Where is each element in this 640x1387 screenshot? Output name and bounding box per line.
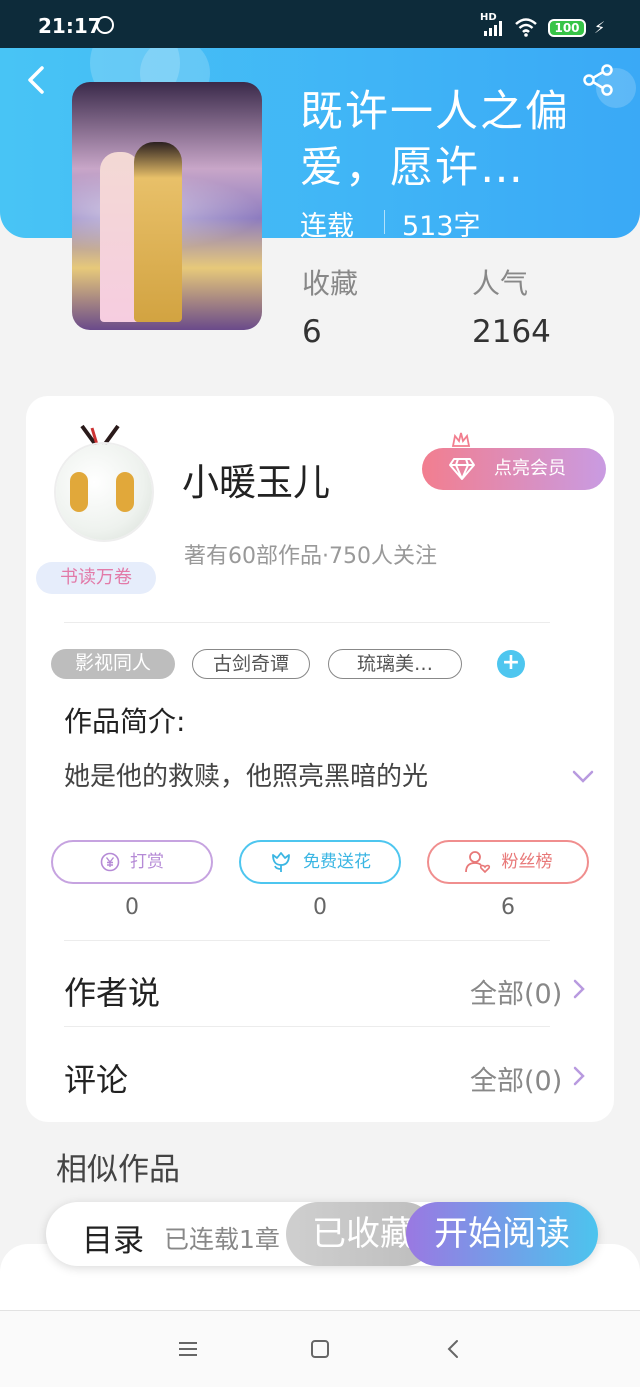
- wifi-icon: [515, 18, 537, 37]
- divider: [64, 622, 550, 623]
- book-title: 既许一人之偏爱，愿许…: [300, 87, 570, 193]
- diamond-icon: [449, 458, 475, 480]
- battery-icon: 100: [548, 19, 586, 37]
- divider: [64, 940, 550, 941]
- tag-item[interactable]: 影视同人: [51, 649, 175, 679]
- add-tag-button[interactable]: +: [497, 650, 525, 678]
- author-says-all-link[interactable]: 全部(0): [470, 972, 562, 1011]
- back-nav-icon[interactable]: [442, 1338, 466, 1360]
- comments-label[interactable]: 评论: [64, 1055, 128, 1101]
- comments-all-link[interactable]: 全部(0): [470, 1059, 562, 1098]
- divider: [64, 1026, 550, 1027]
- book-word-count: 513字: [402, 211, 481, 242]
- reward-label: 打赏: [130, 852, 164, 872]
- collected-label: 已收藏: [312, 1214, 414, 1254]
- author-says-label[interactable]: 作者说: [64, 968, 160, 1014]
- chevron-right-icon[interactable]: [572, 978, 586, 1000]
- author-meta: 著有60部作品·750人关注: [184, 544, 437, 569]
- stat-popularity-value: 2164: [472, 314, 551, 350]
- status-divider: [384, 210, 385, 234]
- crown-icon: [451, 432, 471, 447]
- book-cover[interactable]: [72, 82, 262, 330]
- reward-count: 0: [125, 895, 139, 920]
- tag-item[interactable]: 古剑奇谭: [192, 649, 310, 679]
- yen-icon: [100, 852, 120, 872]
- signal-icon: [484, 21, 502, 36]
- stat-popularity-label: 人气: [472, 267, 529, 300]
- home-icon[interactable]: [308, 1338, 332, 1360]
- flower-icon: [272, 852, 290, 872]
- charging-icon: ⚡: [594, 18, 606, 37]
- author-badge: 书读万卷: [36, 562, 156, 594]
- status-time: 21:17: [38, 14, 102, 38]
- author-name[interactable]: 小暖玉儿: [182, 452, 330, 506]
- menu-icon[interactable]: [176, 1338, 200, 1360]
- stat-favorites-value: 6: [302, 314, 322, 350]
- alarm-icon: [96, 16, 114, 34]
- send-flower-button[interactable]: 免费送花: [239, 840, 401, 884]
- send-flower-label: 免费送花: [303, 852, 371, 872]
- stat-favorites-label: 收藏: [302, 267, 359, 300]
- start-reading-label: 开始阅读: [434, 1214, 570, 1254]
- fan-user-icon: [464, 851, 490, 874]
- fan-count: 6: [501, 895, 515, 920]
- chevron-right-icon[interactable]: [572, 1065, 586, 1087]
- intro-title: 作品简介:: [64, 705, 186, 738]
- book-status: 连载: [300, 211, 354, 242]
- chapter-count[interactable]: 已连载1章: [164, 1220, 294, 1256]
- author-avatar[interactable]: [56, 444, 152, 540]
- tag-item[interactable]: 琉璃美…: [328, 649, 462, 679]
- table-of-contents-button[interactable]: 目录: [82, 1215, 144, 1260]
- start-reading-button[interactable]: 开始阅读: [406, 1202, 598, 1266]
- chevron-down-icon[interactable]: [572, 770, 594, 784]
- back-button[interactable]: [20, 62, 56, 98]
- flower-count: 0: [313, 895, 327, 920]
- status-bar: 21:17 HD 100 ⚡: [0, 0, 640, 48]
- reward-button[interactable]: 打赏: [51, 840, 213, 884]
- fan-ranking-label: 粉丝榜: [501, 852, 553, 872]
- similar-works-title: 相似作品: [56, 1152, 180, 1188]
- vip-button-label: 点亮会员: [494, 458, 566, 479]
- fan-ranking-button[interactable]: 粉丝榜: [427, 840, 589, 884]
- intro-text: 她是他的救赎，他照亮黑暗的光: [64, 762, 429, 792]
